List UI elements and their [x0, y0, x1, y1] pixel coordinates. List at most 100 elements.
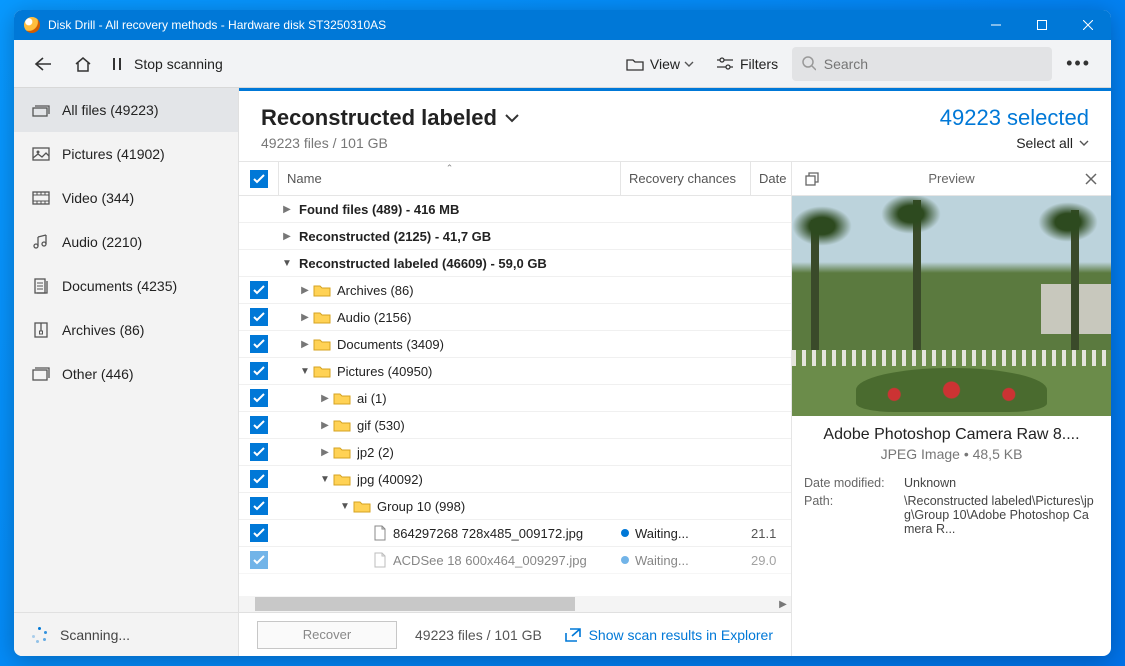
expand-icon[interactable]: ▶	[297, 312, 313, 323]
folder-icon	[333, 418, 351, 432]
expand-icon[interactable]: ▶	[317, 447, 333, 458]
back-button[interactable]	[26, 46, 60, 82]
expand-icon[interactable]: ▶	[279, 231, 295, 242]
checkbox[interactable]	[250, 470, 268, 488]
breadcrumb-title[interactable]: Reconstructed labeled	[261, 105, 940, 131]
search-input[interactable]	[824, 56, 1042, 72]
table-row[interactable]: ▶ jp2 (2)	[239, 439, 791, 466]
filters-button[interactable]: Filters	[708, 46, 786, 82]
recover-button[interactable]: Recover	[257, 621, 397, 649]
preview-meta: JPEG Image • 48,5 KB	[792, 446, 1111, 462]
date-modified-label: Date modified:	[804, 476, 904, 490]
checkbox[interactable]	[250, 416, 268, 434]
collapse-icon[interactable]: ▼	[337, 501, 353, 512]
close-button[interactable]	[1065, 10, 1111, 40]
folder-icon	[333, 472, 351, 486]
view-button[interactable]: View	[618, 46, 702, 82]
column-header: Name⌃ Recovery chances Date	[239, 162, 791, 196]
sidebar-item-other[interactable]: Other (446)	[14, 352, 238, 396]
app-icon	[24, 17, 40, 33]
checkbox[interactable]	[250, 497, 268, 515]
open-external-icon	[565, 628, 581, 642]
expand-icon[interactable]: ▶	[297, 285, 313, 296]
expand-icon[interactable]: ▶	[279, 204, 295, 215]
preview-image	[792, 196, 1111, 416]
more-button[interactable]: •••	[1058, 46, 1099, 82]
expand-icon[interactable]: ▶	[317, 393, 333, 404]
minimize-button[interactable]	[973, 10, 1019, 40]
table-row[interactable]: ▶ gif (530)	[239, 412, 791, 439]
document-icon	[32, 278, 50, 294]
sidebar-item-documents[interactable]: Documents (4235)	[14, 264, 238, 308]
maximize-button[interactable]	[1019, 10, 1065, 40]
checkbox[interactable]	[250, 335, 268, 353]
column-date[interactable]: Date	[751, 162, 791, 195]
toolbar: Stop scanning View Filters •••	[14, 40, 1111, 88]
collapse-icon[interactable]: ▼	[279, 258, 295, 269]
preview-panel: Preview Adobe Photoshop Camera Raw 8....…	[791, 162, 1111, 656]
rows: ▶ Found files (489) - 416 MB ▶ Reconstru…	[239, 196, 791, 596]
path-value: \Reconstructed labeled\Pictures\jpg\Grou…	[904, 494, 1099, 536]
table-row[interactable]: ▶ Reconstructed (2125) - 41,7 GB	[239, 223, 791, 250]
table-row[interactable]: ▼ Pictures (40950)	[239, 358, 791, 385]
close-preview-button[interactable]	[1081, 173, 1101, 185]
table-area: Name⌃ Recovery chances Date ▶ Found file…	[239, 161, 1111, 656]
checkbox[interactable]	[250, 551, 268, 569]
sidebar-item-pictures[interactable]: Pictures (41902)	[14, 132, 238, 176]
folder-icon	[333, 445, 351, 459]
sidebar: All files (49223) Pictures (41902) Video…	[14, 88, 239, 656]
file-icon	[373, 552, 387, 568]
sidebar-item-label: Other (446)	[62, 366, 134, 382]
column-recovery[interactable]: Recovery chances	[621, 162, 751, 195]
checkbox[interactable]	[250, 281, 268, 299]
path-label: Path:	[804, 494, 904, 536]
table-row[interactable]: ▶ Found files (489) - 416 MB	[239, 196, 791, 223]
sidebar-item-label: Pictures (41902)	[62, 146, 165, 162]
checkbox[interactable]	[250, 362, 268, 380]
header-checkbox[interactable]	[239, 162, 279, 195]
folder-icon	[353, 499, 371, 513]
archive-icon	[32, 322, 50, 338]
status-label: Scanning...	[60, 627, 130, 643]
table-row[interactable]: ▼ jpg (40092)	[239, 466, 791, 493]
scrollbar-thumb[interactable]	[255, 597, 575, 611]
horizontal-scrollbar[interactable]: ▶	[239, 596, 791, 612]
table-row[interactable]: ▶ Documents (3409)	[239, 331, 791, 358]
checkbox[interactable]	[250, 524, 268, 542]
preview-details: Date modified: Unknown Path: \Reconstruc…	[792, 476, 1111, 540]
table-row[interactable]: ACDSee 18 600x464_009297.jpg Waiting... …	[239, 547, 791, 574]
search-box[interactable]	[792, 47, 1052, 81]
checkbox[interactable]	[250, 443, 268, 461]
column-name[interactable]: Name⌃	[279, 162, 621, 195]
sidebar-item-all-files[interactable]: All files (49223)	[14, 88, 238, 132]
expand-icon[interactable]: ▶	[297, 339, 313, 350]
table-row[interactable]: ▼ Group 10 (998)	[239, 493, 791, 520]
show-in-explorer-link[interactable]: Show scan results in Explorer	[565, 627, 773, 643]
table-row[interactable]: ▶ Archives (86)	[239, 277, 791, 304]
table-row[interactable]: ▶ Audio (2156)	[239, 304, 791, 331]
view-label: View	[650, 56, 680, 72]
popout-button[interactable]	[802, 172, 822, 186]
sidebar-item-video[interactable]: Video (344)	[14, 176, 238, 220]
table-row[interactable]: 864297268 728x485_009172.jpg Waiting... …	[239, 520, 791, 547]
folder-icon	[333, 391, 351, 405]
collapse-icon[interactable]: ▼	[317, 474, 333, 485]
sidebar-item-label: Audio (2210)	[62, 234, 142, 250]
sidebar-item-archives[interactable]: Archives (86)	[14, 308, 238, 352]
checkbox[interactable]	[250, 389, 268, 407]
table-row[interactable]: ▶ ai (1)	[239, 385, 791, 412]
preview-header: Preview	[792, 162, 1111, 196]
date-modified-value: Unknown	[904, 476, 1099, 490]
titlebar: Disk Drill - All recovery methods - Hard…	[14, 10, 1111, 40]
table-row[interactable]: ▼ Reconstructed labeled (46609) - 59,0 G…	[239, 250, 791, 277]
stop-scanning-button[interactable]: Stop scanning	[106, 46, 237, 82]
checkbox[interactable]	[250, 308, 268, 326]
audio-icon	[32, 234, 50, 250]
sidebar-item-audio[interactable]: Audio (2210)	[14, 220, 238, 264]
expand-icon[interactable]: ▶	[317, 420, 333, 431]
folder-icon	[313, 337, 331, 351]
home-button[interactable]	[66, 46, 100, 82]
collapse-icon[interactable]: ▼	[297, 366, 313, 377]
scroll-right-icon[interactable]: ▶	[775, 599, 791, 610]
select-all-button[interactable]: Select all	[940, 135, 1089, 151]
